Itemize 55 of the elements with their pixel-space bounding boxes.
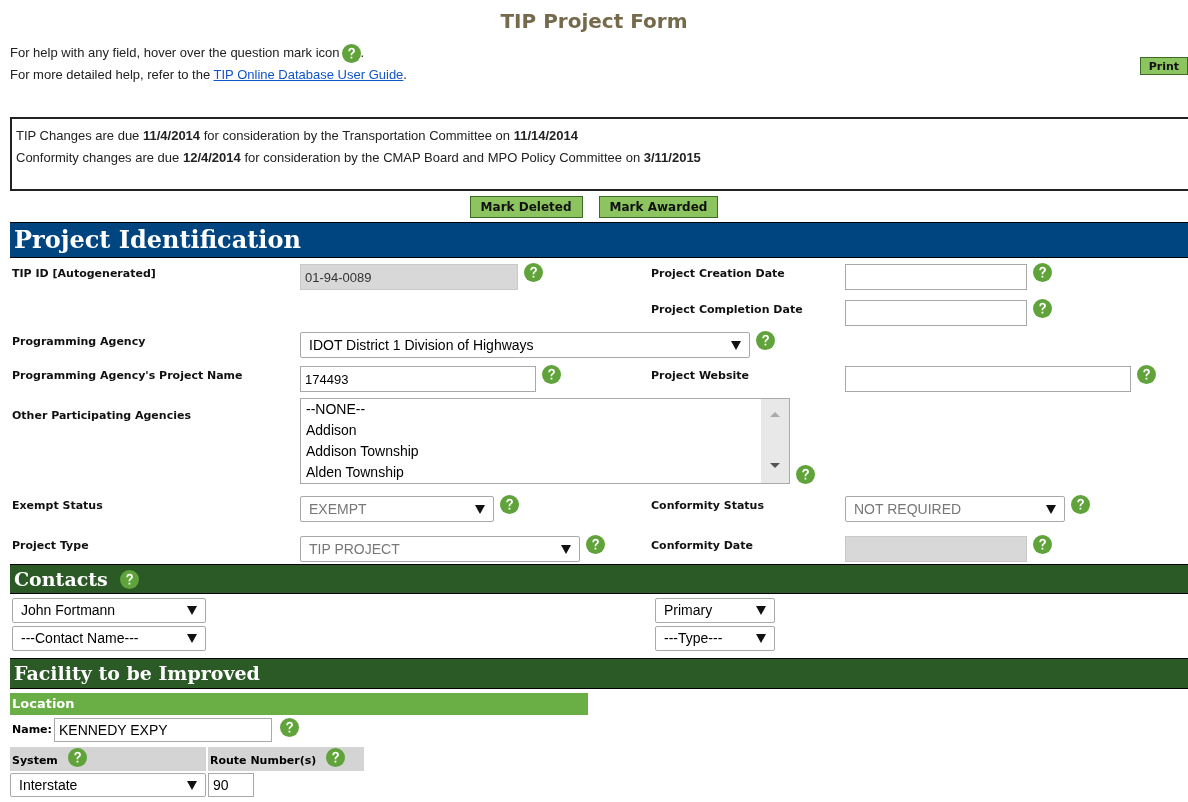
field-label: Project Creation Date (651, 266, 786, 282)
caret-icon (187, 606, 197, 615)
caret-icon (756, 606, 766, 615)
help-text: For more detailed help, refer to the TIP Online Database User Guide. (10, 66, 407, 84)
notice-text: TIP Changes are due 11/4/2014 for consideration by the Transportation Committee on 11/14/2014 (16, 127, 580, 145)
list-option[interactable]: --NONE-- (306, 399, 756, 420)
help-text: For help with any field, hover over the question mark icon (10, 44, 340, 62)
action-button[interactable]: Mark Awarded (598, 195, 719, 218)
section-title: Facility to be Improved (14, 661, 260, 687)
text-field[interactable] (845, 366, 1131, 392)
field-label: Other Participating Agencies (12, 408, 192, 424)
caret-icon (731, 340, 741, 350)
caret-icon (1046, 504, 1056, 514)
print-button[interactable]: Print (1139, 57, 1188, 75)
field-label: TIP ID [Autogenerated] (12, 266, 157, 282)
section-title: Contacts (14, 566, 108, 592)
caret-icon (187, 634, 197, 643)
page-title: TIP Project Form (500, 8, 688, 35)
field-label: Conformity Date (651, 538, 754, 554)
caret-icon (756, 634, 766, 643)
list-option[interactable]: Alden Township (306, 462, 756, 483)
field-label: Programming Agency (12, 334, 147, 350)
text-field[interactable] (845, 264, 1027, 290)
notice-text: Conformity changes are due 12/4/2014 for consideration by the CMAP Board and MPO Policy Committee on 3/11/2015 (16, 149, 702, 167)
section-title: Project Identification (14, 224, 301, 256)
contact-name-dropdown[interactable]: ---Contact Name--- (12, 626, 206, 651)
caret-icon (187, 780, 197, 790)
field-label: Exempt Status (12, 498, 104, 514)
dropdown[interactable]: Interstate (10, 773, 206, 797)
list-option[interactable]: Addison Township (306, 441, 756, 462)
contact-name-dropdown[interactable]: John Fortmann (12, 598, 206, 623)
field-label: Project Completion Date (651, 302, 804, 318)
field-label: Project Website (651, 368, 750, 384)
scrollbar[interactable] (761, 399, 789, 483)
field-label: Programming Agency's Project Name (12, 368, 244, 384)
field-label: Name: (12, 721, 52, 738)
dropdown[interactable]: IDOT District 1 Division of Highways (300, 332, 750, 358)
help-text: . (360, 44, 365, 62)
contact-type-dropdown[interactable]: Primary (655, 598, 775, 623)
help-icon[interactable] (119, 569, 139, 589)
text-field[interactable] (845, 300, 1027, 326)
column-title: System (12, 752, 58, 769)
text-field[interactable]: 90 (208, 773, 254, 797)
text-field[interactable]: 174493 (300, 366, 536, 392)
list-option[interactable]: Addison (306, 420, 756, 441)
caret-icon (561, 544, 571, 554)
text-field[interactable]: KENNEDY EXPY (53, 718, 272, 742)
list-box[interactable]: --NONE-- Addison Addison Township Alden Township (300, 398, 790, 484)
column-title: Route Number(s) (210, 752, 317, 769)
caret-icon (475, 504, 485, 514)
subsection-title: Location (12, 695, 75, 714)
contact-type-dropdown[interactable]: ---Type--- (655, 626, 775, 651)
field-label: Conformity Status (651, 498, 765, 514)
action-button[interactable]: Mark Deleted (469, 195, 583, 218)
field-label: Project Type (12, 538, 90, 554)
